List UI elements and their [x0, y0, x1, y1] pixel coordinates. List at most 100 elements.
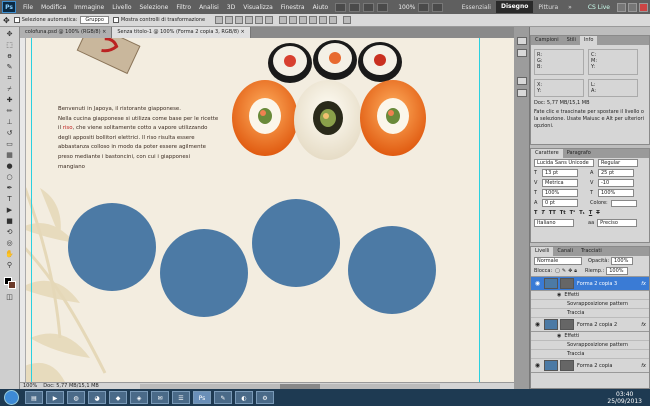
- zoom-tool-icon[interactable]: ⚲: [4, 261, 15, 270]
- vertical-ruler[interactable]: [20, 38, 26, 382]
- layer-name[interactable]: Forma 2 copia: [577, 363, 641, 369]
- distribute-bottom-icon[interactable]: [299, 16, 308, 24]
- menu-3d[interactable]: 3D: [223, 4, 239, 11]
- font-family-dropdown[interactable]: Lucida Sans Unicode: [534, 159, 594, 167]
- eyedropper-tool-icon[interactable]: ⌿: [4, 85, 15, 94]
- align-top-icon[interactable]: [215, 16, 224, 24]
- taskbar-app3-icon[interactable]: ✉: [151, 391, 169, 404]
- tab-colofuna[interactable]: colofuna.psd @ 100% (RGB/8) ×: [20, 27, 113, 38]
- move-tool-icon[interactable]: ✥: [3, 16, 10, 25]
- menu-analisi[interactable]: Analisi: [195, 4, 223, 11]
- menu-livello[interactable]: Livello: [108, 4, 135, 11]
- eye-icon[interactable]: ◉: [533, 361, 542, 370]
- auto-select-dropdown[interactable]: Gruppo: [80, 16, 109, 24]
- clone-stamp-tool-icon[interactable]: ⊥: [4, 118, 15, 127]
- start-button[interactable]: [4, 390, 19, 405]
- taskbar-explorer-icon[interactable]: ▤: [25, 391, 43, 404]
- effect-pattern-overlay[interactable]: Sovrapposizione pattern: [531, 341, 649, 350]
- workspace-pittura[interactable]: Pittura: [533, 4, 563, 11]
- tab-tracciati[interactable]: Tracciati: [577, 247, 606, 256]
- lasso-tool-icon[interactable]: ɵ: [4, 52, 15, 61]
- layer-name[interactable]: Forma 2 copia 2: [577, 322, 641, 328]
- dodge-tool-icon[interactable]: ○: [4, 173, 15, 182]
- history-brush-tool-icon[interactable]: ↺: [4, 129, 15, 138]
- hand-tool-icon[interactable]: [363, 2, 375, 12]
- circle-shape-4[interactable]: [348, 226, 436, 314]
- history-panel-icon[interactable]: [517, 37, 527, 45]
- pen-tool-icon[interactable]: ✒: [4, 184, 15, 193]
- menu-modifica[interactable]: Modifica: [37, 4, 70, 11]
- effects-eye-icon[interactable]: ◉: [557, 333, 561, 339]
- quick-select-tool-icon[interactable]: ✎: [4, 63, 15, 72]
- tab-canali[interactable]: Canali: [553, 247, 577, 256]
- fx-icon[interactable]: fx: [641, 281, 646, 287]
- superscript-icon[interactable]: T¹: [570, 210, 576, 216]
- strikethrough-icon[interactable]: T: [596, 210, 599, 216]
- menu-immagine[interactable]: Immagine: [70, 4, 108, 11]
- effects-row[interactable]: ◉ Effetti: [531, 291, 649, 300]
- blur-tool-icon[interactable]: ●: [4, 162, 15, 171]
- layer-forma-2-copia-3[interactable]: ◉ Forma 2 copia 3 fx: [531, 277, 649, 291]
- layer-name[interactable]: Forma 2 copia 3: [577, 281, 641, 287]
- brush-tool-icon[interactable]: ✏: [4, 107, 15, 116]
- leading-field[interactable]: 25 pt: [598, 169, 634, 177]
- tab-carattere[interactable]: Carattere: [531, 149, 563, 158]
- lock-all-icon[interactable]: 🔒︎: [574, 268, 577, 274]
- body-text-block[interactable]: Benvenuti in Japoya, il ristorante giapp…: [58, 105, 228, 172]
- auto-select-checkbox[interactable]: [13, 17, 20, 23]
- fill-field[interactable]: 100%: [606, 267, 629, 275]
- canvas-area[interactable]: Benvenuti in Japoya, il ristorante giapp…: [20, 38, 514, 382]
- workspace-disegno[interactable]: Disegno: [495, 1, 534, 13]
- actions-panel-icon[interactable]: [517, 49, 527, 57]
- maximize-button[interactable]: [628, 2, 637, 12]
- lock-position-icon[interactable]: ✥: [568, 268, 572, 274]
- healing-brush-tool-icon[interactable]: ✚: [4, 96, 15, 105]
- shape-tool-icon[interactable]: ■: [4, 217, 15, 226]
- effect-stroke[interactable]: Traccia: [531, 309, 649, 318]
- font-style-dropdown[interactable]: Regular: [598, 159, 638, 167]
- layer-forma-2-copia[interactable]: ◉ Forma 2 copia fx: [531, 359, 649, 373]
- gradient-tool-icon[interactable]: ▦: [4, 151, 15, 160]
- photoshop-logo[interactable]: Ps: [2, 1, 16, 13]
- lock-transparency-icon[interactable]: ▢: [555, 268, 560, 274]
- underline-icon[interactable]: T: [589, 210, 592, 216]
- tab-info[interactable]: Info: [579, 36, 598, 45]
- align-right-icon[interactable]: [265, 16, 274, 24]
- bridge-icon[interactable]: [335, 2, 347, 12]
- effect-pattern-overlay[interactable]: Sovrapposizione pattern: [531, 300, 649, 309]
- tab-stili[interactable]: Stili: [563, 36, 580, 45]
- taskbar-app7-icon[interactable]: ⚙: [256, 391, 274, 404]
- guide-line-right[interactable]: [479, 38, 480, 382]
- background-color-swatch[interactable]: [8, 281, 16, 289]
- tab-paragrafo[interactable]: Paragrafo: [563, 149, 595, 158]
- baseline-field[interactable]: 0 pt: [542, 199, 578, 207]
- menu-file[interactable]: File: [19, 4, 37, 11]
- eye-icon[interactable]: ◉: [533, 320, 542, 329]
- distribute-middle-icon[interactable]: [289, 16, 298, 24]
- menu-visualizza[interactable]: Visualizza: [239, 4, 277, 11]
- transform-controls-checkbox[interactable]: [112, 17, 119, 23]
- faux-italic-icon[interactable]: T: [541, 210, 544, 216]
- text-color-swatch[interactable]: [610, 199, 637, 207]
- tab-livelli[interactable]: Livelli: [531, 247, 554, 256]
- language-dropdown[interactable]: Italiano: [534, 219, 574, 227]
- kerning-field[interactable]: Metrica: [542, 179, 578, 187]
- zoom-tool-icon[interactable]: [377, 2, 389, 12]
- taskbar-app5-icon[interactable]: ✎: [214, 391, 232, 404]
- circle-shape-2[interactable]: [160, 229, 248, 317]
- tab-senza-titolo[interactable]: Senza titolo-1 @ 100% (Forma 2 copia 3, …: [112, 27, 251, 38]
- tracking-field[interactable]: -10: [598, 179, 634, 187]
- fx-icon[interactable]: fx: [641, 322, 646, 328]
- align-bottom-icon[interactable]: [235, 16, 244, 24]
- 3d-rotate-tool-icon[interactable]: ⟲: [4, 228, 15, 237]
- taskbar-photoshop-icon[interactable]: Ps: [193, 391, 211, 404]
- screen-mode-icon[interactable]: [432, 2, 444, 12]
- blend-mode-dropdown[interactable]: Normale: [534, 257, 582, 265]
- lock-pixels-icon[interactable]: ✎: [562, 268, 566, 274]
- document-canvas[interactable]: Benvenuti in Japoya, il ristorante giapp…: [20, 38, 514, 382]
- arrange-docs-icon[interactable]: [418, 2, 430, 12]
- zoom-level[interactable]: 100%: [398, 4, 415, 11]
- menu-aiuto[interactable]: Aiuto: [309, 4, 333, 11]
- taskbar-firefox-icon[interactable]: ◕: [88, 391, 106, 404]
- minibridge-icon[interactable]: [349, 2, 361, 12]
